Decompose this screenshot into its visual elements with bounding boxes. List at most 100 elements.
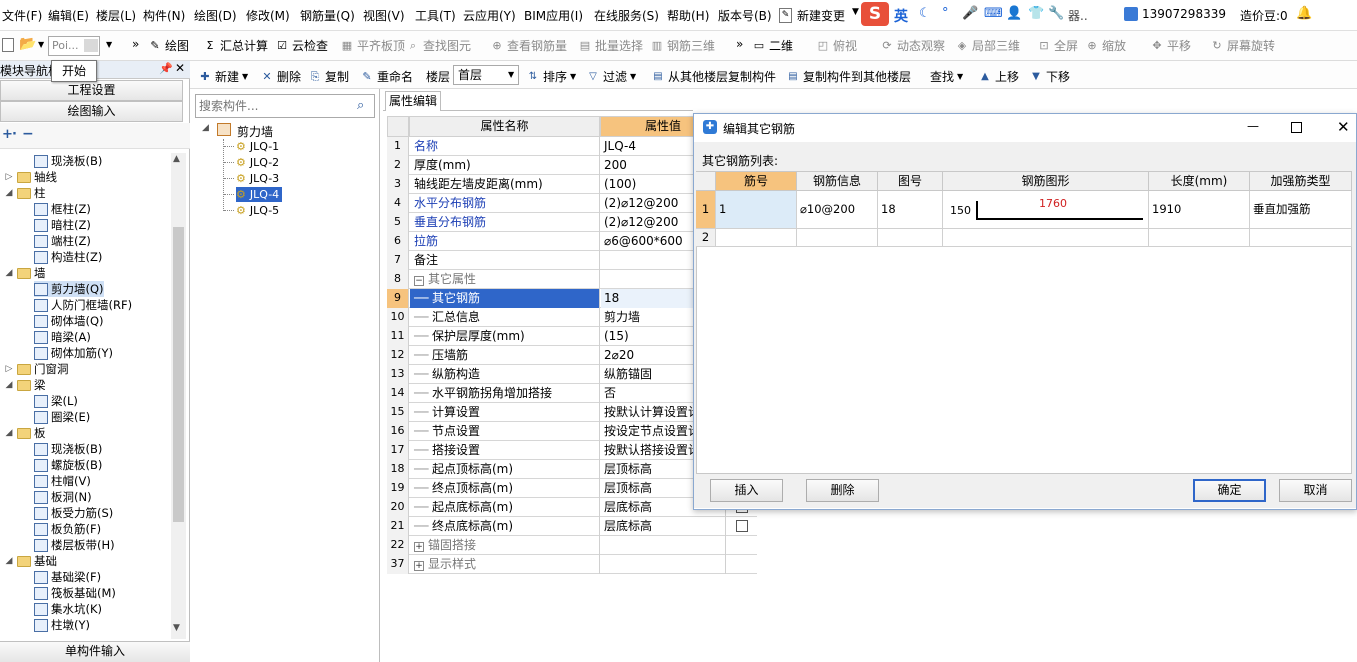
single-component-input-button[interactable]: 单构件输入 [0,641,190,662]
ime-moon-icon[interactable]: ☾ [919,6,931,21]
menu-item[interactable]: 修改(M) [246,7,290,24]
rebar-shape-cell[interactable] [943,229,1149,247]
toolbar-overflow-icon[interactable]: » [736,37,743,51]
prop-value-cell[interactable]: 层底标高 [601,517,726,536]
rebar-shape-cell[interactable]: 150 1760 [943,191,1149,229]
close-icon[interactable]: ✕ [175,61,185,75]
floor-select[interactable]: 首层 ▼ [453,65,519,85]
tree-item-component[interactable]: 砌体墙(Q) [34,313,104,329]
menu-item[interactable]: 在线服务(S) [594,7,659,24]
toolbar-find-element-button[interactable]: ⌕ 查找图元 [406,37,471,54]
menu-item[interactable]: BIM应用(I) [524,7,583,24]
tree-item-component[interactable]: 梁(L) [34,393,78,409]
project-settings-button[interactable]: 工程设置 [0,80,183,101]
tree-item-component[interactable]: 现浇板(B) [34,441,102,457]
copy-to-button[interactable]: ▤ 复制构件到其他楼层 [786,68,911,85]
prop-row[interactable]: 37 + 显示样式 [387,555,757,574]
toolbar-top-view-button[interactable]: ◰ 俯视 [816,37,857,54]
tree-item-component[interactable]: 暗柱(Z) [34,217,91,233]
tree-item-component[interactable]: 剪力墙(Q) [34,281,104,297]
tree-item-component[interactable]: 基础梁(F) [34,569,101,585]
collapse-all-icon[interactable]: − [22,126,34,142]
tree-item-component[interactable]: 板受力筋(S) [34,505,113,521]
menu-item[interactable]: 楼层(L) [96,7,136,24]
ime-mic-icon[interactable]: 🎤 [962,6,978,21]
poi-dropdown-icon[interactable] [84,39,98,52]
ime-keyboard-icon[interactable]: ⌨ [984,6,1003,21]
ime-user-icon[interactable]: 👤 [1006,6,1022,21]
grid-cell-length[interactable] [1149,229,1250,247]
tree-item-component[interactable]: 人防门框墙(RF) [34,297,132,313]
find-button[interactable]: 查找 ▼ [930,68,963,85]
menu-item[interactable]: 构件(N) [143,7,185,24]
component-item[interactable]: ⚙ JLQ-2 [236,155,282,170]
tree-item-component[interactable]: 筏板基础(M) [34,585,116,601]
grid-cell-type[interactable] [1250,229,1352,247]
rename-button[interactable]: ✎ 重命名 [360,68,413,85]
grid-cell-length[interactable]: 1910 [1149,191,1250,229]
toolbar-sigma-button[interactable]: Σ 汇总计算 [203,37,269,54]
tree-item-folder[interactable]: ▷ 轴线 [4,169,57,185]
prop-row[interactable]: 21 ── 终点底标高(m) 层底标高 [387,517,757,536]
account-phone[interactable]: 13907298339 [1142,7,1226,21]
search-icon[interactable]: ⌕ [357,98,364,113]
toolbar-orbit-button[interactable]: ⟳ 动态观察 [880,37,945,54]
close-icon[interactable]: ✕ [1337,118,1350,136]
up-button[interactable]: ▲ 上移 [978,68,1019,85]
collapse-arrow-icon[interactable]: ◢ [4,268,14,278]
maximize-icon[interactable] [1291,122,1302,133]
menu-item[interactable]: 钢筋量(Q) [300,7,355,24]
toolbar-local-3d-button[interactable]: ◈ 局部三维 [955,37,1020,54]
tree-item-folder[interactable]: ◢ 梁 [4,377,46,393]
tree-item-component[interactable]: 板负筋(F) [34,521,101,537]
component-item[interactable]: ⚙ JLQ-4 [236,187,283,202]
menu-new-change[interactable]: 新建变更 [797,7,845,24]
expand-arrow-icon[interactable]: ▷ [4,172,14,182]
toolbar-batch-select-button[interactable]: ▤ 批量选择 [578,37,643,54]
toolbar-view-rebar-button[interactable]: ⊕ 查看钢筋量 [490,37,567,54]
copy-from-button[interactable]: ▤ 从其他楼层复制构件 [651,68,776,85]
tree-item-component[interactable]: 螺旋板(B) [34,457,102,473]
toolbar-fullscreen-button[interactable]: ⊡ 全屏 [1037,37,1078,54]
tree-item-folder[interactable]: ◢ 板 [4,425,46,441]
minimize-icon[interactable]: — [1247,119,1259,133]
ok-button[interactable]: 确定 [1193,479,1266,502]
tree-item-component[interactable]: 构造柱(Z) [34,249,102,265]
toolbar-zoom-button[interactable]: ⊕ 缩放 [1085,37,1126,54]
grid-cell-bar-no[interactable]: 1 [716,191,797,229]
tree-scrollbar-thumb[interactable] [173,227,184,522]
ime-punct-icon[interactable]: ° [942,6,949,21]
delete-button[interactable]: ✕ 删除 [260,68,301,85]
drawing-input-button[interactable]: 绘图输入 [0,101,183,122]
prop-value-cell[interactable] [601,536,726,555]
menu-item[interactable]: 云应用(Y) [463,7,516,24]
ime-lang-indicator[interactable]: 英 [894,6,908,26]
grid-cell-type[interactable]: 垂直加强筋 [1250,191,1352,229]
grid-cell-fig[interactable] [878,229,943,247]
collapse-arrow-icon[interactable]: ◢ [4,380,14,390]
tree-item-component[interactable]: 板洞(N) [34,489,92,505]
bell-icon[interactable]: 🔔 [1296,6,1312,21]
checkbox[interactable] [736,520,748,532]
chevron-down-icon[interactable]: ▼ [106,40,112,49]
prop-row[interactable]: 22 + 锚固搭接 [387,536,757,555]
menu-item[interactable]: 版本号(B) [718,7,772,24]
collapse-arrow-icon[interactable]: ◢ [4,428,14,438]
scroll-up-icon[interactable]: ▲ [173,154,180,164]
tree-item-component[interactable]: 端柱(Z) [34,233,91,249]
open-folder-icon[interactable]: 📂 [19,36,36,52]
menu-item[interactable]: 视图(V) [363,7,405,24]
expand-arrow-icon[interactable]: ▷ [4,364,14,374]
tree-item-component[interactable]: 现浇板(B) [34,153,102,169]
ime-shirt-icon[interactable]: 👕 [1028,6,1044,21]
tree-item-component[interactable]: 圈梁(E) [34,409,90,425]
down-button[interactable]: ▼ 下移 [1029,68,1070,85]
grid-cell-fig[interactable]: 18 [878,191,943,229]
insert-button[interactable]: 插入 [710,479,783,502]
menu-item[interactable]: 帮助(H) [667,7,709,24]
pin-icon[interactable]: 📌 [159,62,173,75]
tree-item-folder[interactable]: ◢ 柱 [4,185,46,201]
component-item[interactable]: ⚙ JLQ-1 [236,139,282,154]
tree-item-component[interactable]: 框柱(Z) [34,201,91,217]
menu-item[interactable]: 绘图(D) [194,7,237,24]
